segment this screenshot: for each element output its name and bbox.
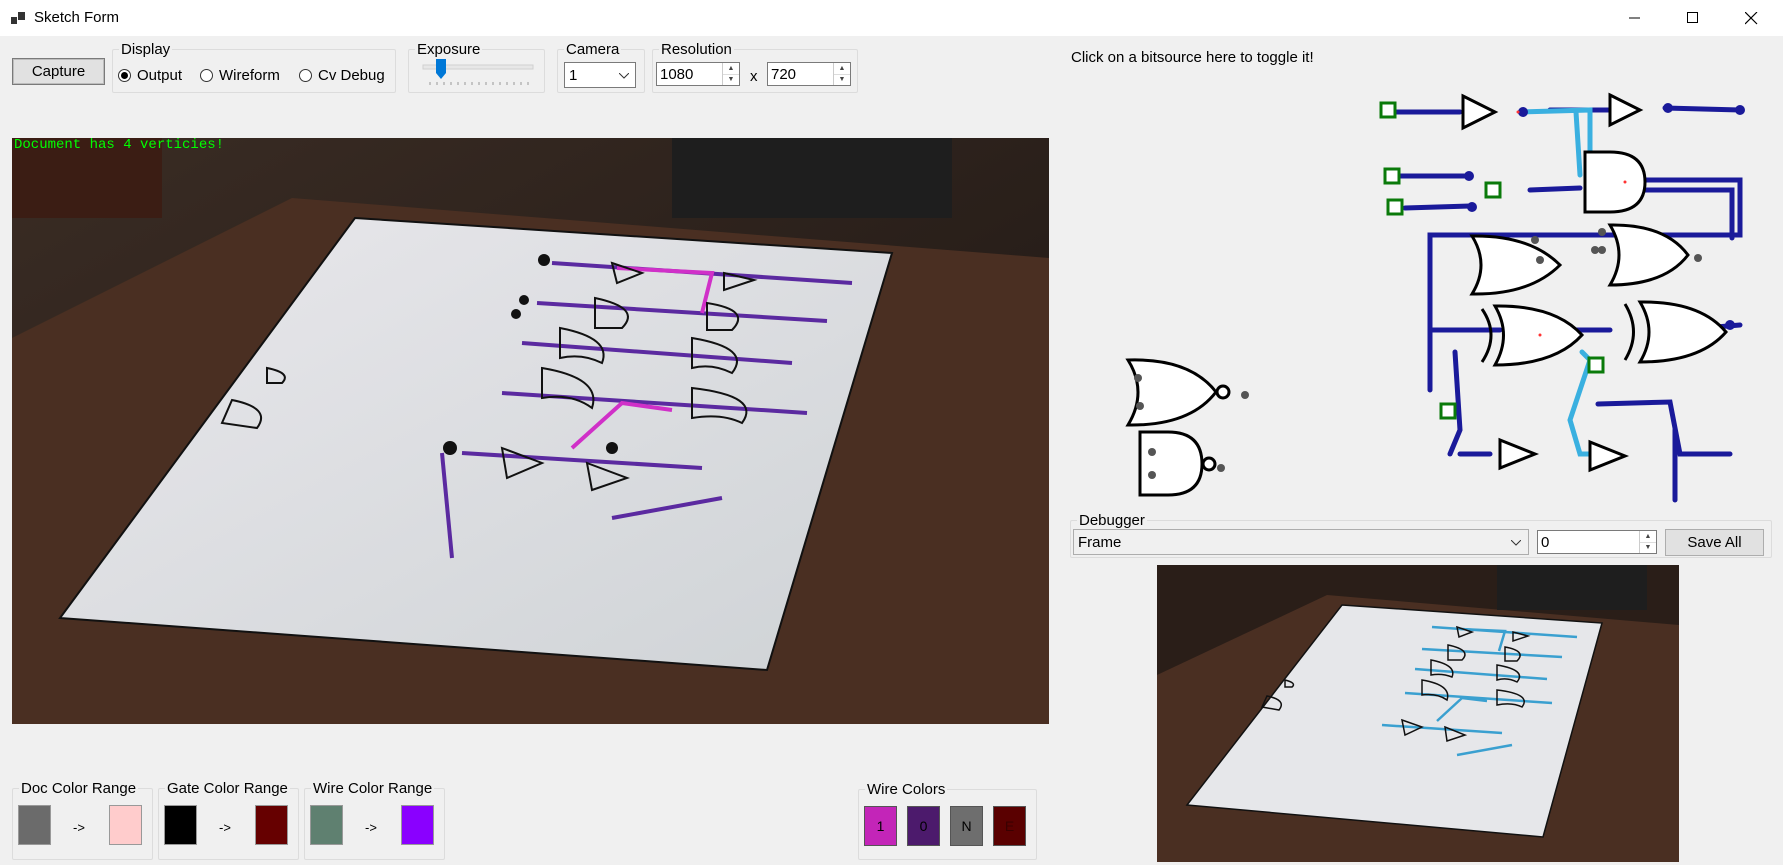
radio-cv-debug[interactable]: Cv Debug bbox=[299, 67, 385, 84]
radio-circle bbox=[118, 69, 131, 82]
radio-label: Output bbox=[137, 67, 183, 84]
exposure-legend: Exposure bbox=[417, 41, 481, 58]
wire-color-range-legend: Wire Color Range bbox=[313, 780, 433, 797]
close-button[interactable] bbox=[1722, 0, 1780, 36]
frame-spinner[interactable]: ▲ ▼ bbox=[1639, 531, 1656, 553]
range-arrow: -> bbox=[365, 820, 377, 835]
close-icon bbox=[1744, 11, 1757, 24]
window-title: Sketch Form bbox=[34, 9, 120, 26]
resolution-height-input[interactable]: 720 ▲ ▼ bbox=[767, 62, 851, 86]
camera-legend: Camera bbox=[566, 41, 620, 58]
radio-wireform[interactable]: Wireform bbox=[200, 67, 280, 84]
camera-frame-image: Document has 4 verticies! bbox=[12, 138, 1049, 724]
maximize-icon bbox=[1687, 12, 1698, 23]
camera-select[interactable]: 1 bbox=[564, 62, 636, 88]
width-spinner[interactable]: ▲ ▼ bbox=[722, 63, 739, 85]
minimize-icon bbox=[1629, 17, 1640, 19]
debugger-selected: Frame bbox=[1078, 534, 1122, 551]
debug-preview-view bbox=[1157, 565, 1679, 862]
spin-down-icon[interactable]: ▼ bbox=[1640, 541, 1656, 554]
resolution-legend: Resolution bbox=[661, 41, 732, 58]
chevron-down-icon bbox=[619, 73, 629, 79]
resolution-height-value: 720 bbox=[771, 66, 797, 83]
frame-number-value: 0 bbox=[1541, 534, 1550, 551]
doc-color-from-swatch[interactable] bbox=[18, 805, 51, 845]
radio-circle bbox=[200, 69, 213, 82]
spin-down-icon[interactable]: ▼ bbox=[834, 73, 850, 86]
gate-color-to-swatch[interactable] bbox=[255, 805, 288, 845]
overlay-text: Document has 4 verticies! bbox=[14, 138, 224, 153]
slider-thumb bbox=[436, 59, 446, 79]
wire-color-e[interactable]: E bbox=[993, 806, 1026, 846]
camera-value: 1 bbox=[569, 67, 578, 84]
maximize-button[interactable] bbox=[1664, 0, 1722, 36]
wire-color-1[interactable]: 1 bbox=[864, 806, 897, 846]
wire-color-from-swatch[interactable] bbox=[310, 805, 343, 845]
debugger-legend: Debugger bbox=[1079, 512, 1145, 529]
capture-button[interactable]: Capture bbox=[12, 58, 105, 85]
display-legend: Display bbox=[121, 41, 171, 58]
bitsource-hint: Click on a bitsource here to toggle it! bbox=[1071, 49, 1314, 66]
frame-number-input[interactable]: 0 ▲ ▼ bbox=[1537, 530, 1657, 554]
spin-down-icon[interactable]: ▼ bbox=[723, 73, 739, 86]
app-icon bbox=[11, 12, 25, 24]
radio-label: Wireform bbox=[219, 67, 280, 84]
gate-color-range-legend: Gate Color Range bbox=[167, 780, 288, 797]
spin-up-icon[interactable]: ▲ bbox=[1640, 531, 1656, 542]
height-spinner[interactable]: ▲ ▼ bbox=[833, 63, 850, 85]
wire-color-to-swatch[interactable] bbox=[401, 805, 434, 845]
wire-colors-legend: Wire Colors bbox=[867, 781, 946, 798]
spin-up-icon[interactable]: ▲ bbox=[834, 63, 850, 74]
resolution-separator: x bbox=[750, 68, 758, 85]
camera-output-view[interactable]: Document has 4 verticies! bbox=[12, 138, 1049, 724]
radio-label: Cv Debug bbox=[318, 67, 385, 84]
minimize-button[interactable] bbox=[1606, 0, 1664, 36]
exposure-slider[interactable] bbox=[420, 58, 535, 88]
doc-color-to-swatch[interactable] bbox=[109, 805, 142, 845]
chevron-down-icon bbox=[1511, 540, 1521, 546]
title-bar: Sketch Form bbox=[0, 0, 1783, 36]
wire-color-n[interactable]: N bbox=[950, 806, 983, 846]
gate-color-from-swatch[interactable] bbox=[164, 805, 197, 845]
wire-color-0[interactable]: 0 bbox=[907, 806, 940, 846]
debugger-select[interactable]: Frame bbox=[1073, 529, 1529, 555]
radio-output[interactable]: Output bbox=[118, 67, 182, 84]
circuit-diagram[interactable] bbox=[1120, 90, 1750, 510]
range-arrow: -> bbox=[219, 820, 231, 835]
range-arrow: -> bbox=[73, 820, 85, 835]
resolution-width-input[interactable]: 1080 ▲ ▼ bbox=[656, 62, 740, 86]
doc-color-range-legend: Doc Color Range bbox=[21, 780, 137, 797]
save-all-button[interactable]: Save All bbox=[1665, 529, 1764, 556]
debug-frame-image bbox=[1157, 565, 1679, 862]
spin-up-icon[interactable]: ▲ bbox=[723, 63, 739, 74]
resolution-width-value: 1080 bbox=[660, 66, 694, 83]
radio-circle bbox=[299, 69, 312, 82]
